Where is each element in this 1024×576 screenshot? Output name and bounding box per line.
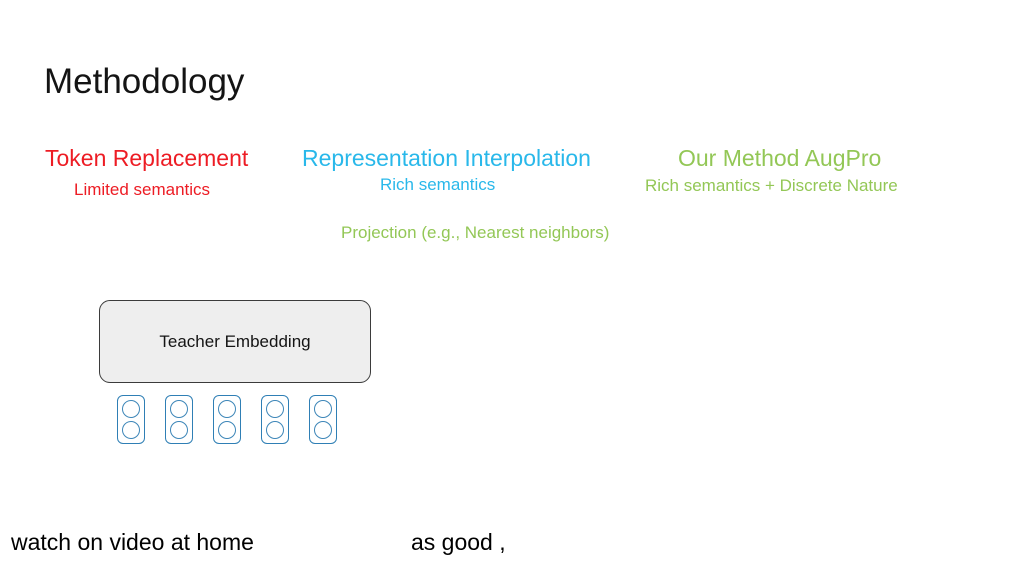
token-circle-icon	[314, 421, 332, 440]
token-glyph	[309, 395, 337, 444]
token-circle-icon	[266, 421, 284, 440]
token-circle-icon	[266, 399, 284, 418]
approach-heading-representation-interpolation: Representation Interpolation	[302, 145, 591, 171]
approach-subheading-token-replacement: Limited semantics	[74, 180, 211, 199]
caption-text-left: watch on video at home	[11, 529, 254, 555]
token-glyph-row	[117, 395, 337, 444]
approach-subheading-representation-interpolation: Rich semantics	[380, 175, 496, 194]
token-glyph	[117, 395, 145, 444]
token-glyph	[261, 395, 289, 444]
token-circle-icon	[218, 399, 236, 418]
token-circle-icon	[314, 399, 332, 418]
token-circle-icon	[170, 421, 188, 440]
token-glyph	[165, 395, 193, 444]
token-circle-icon	[170, 399, 188, 418]
token-glyph	[213, 395, 241, 444]
token-circle-icon	[122, 399, 140, 418]
projection-note: Projection (e.g., Nearest neighbors)	[341, 223, 610, 242]
token-circle-icon	[218, 421, 236, 440]
approach-heading-our-method: Our Method AugPro	[678, 145, 882, 171]
caption-text-right: as good ,	[411, 529, 506, 555]
approach-heading-token-replacement: Token Replacement	[45, 145, 249, 171]
slide-canvas: Methodology Token Replacement Limited se…	[0, 0, 1024, 576]
approach-subheading-our-method: Rich semantics + Discrete Nature	[645, 176, 898, 195]
token-circle-icon	[122, 421, 140, 440]
page-title: Methodology	[44, 62, 245, 101]
teacher-embedding-label: Teacher Embedding	[159, 332, 311, 351]
teacher-embedding-box: Teacher Embedding	[99, 300, 371, 383]
